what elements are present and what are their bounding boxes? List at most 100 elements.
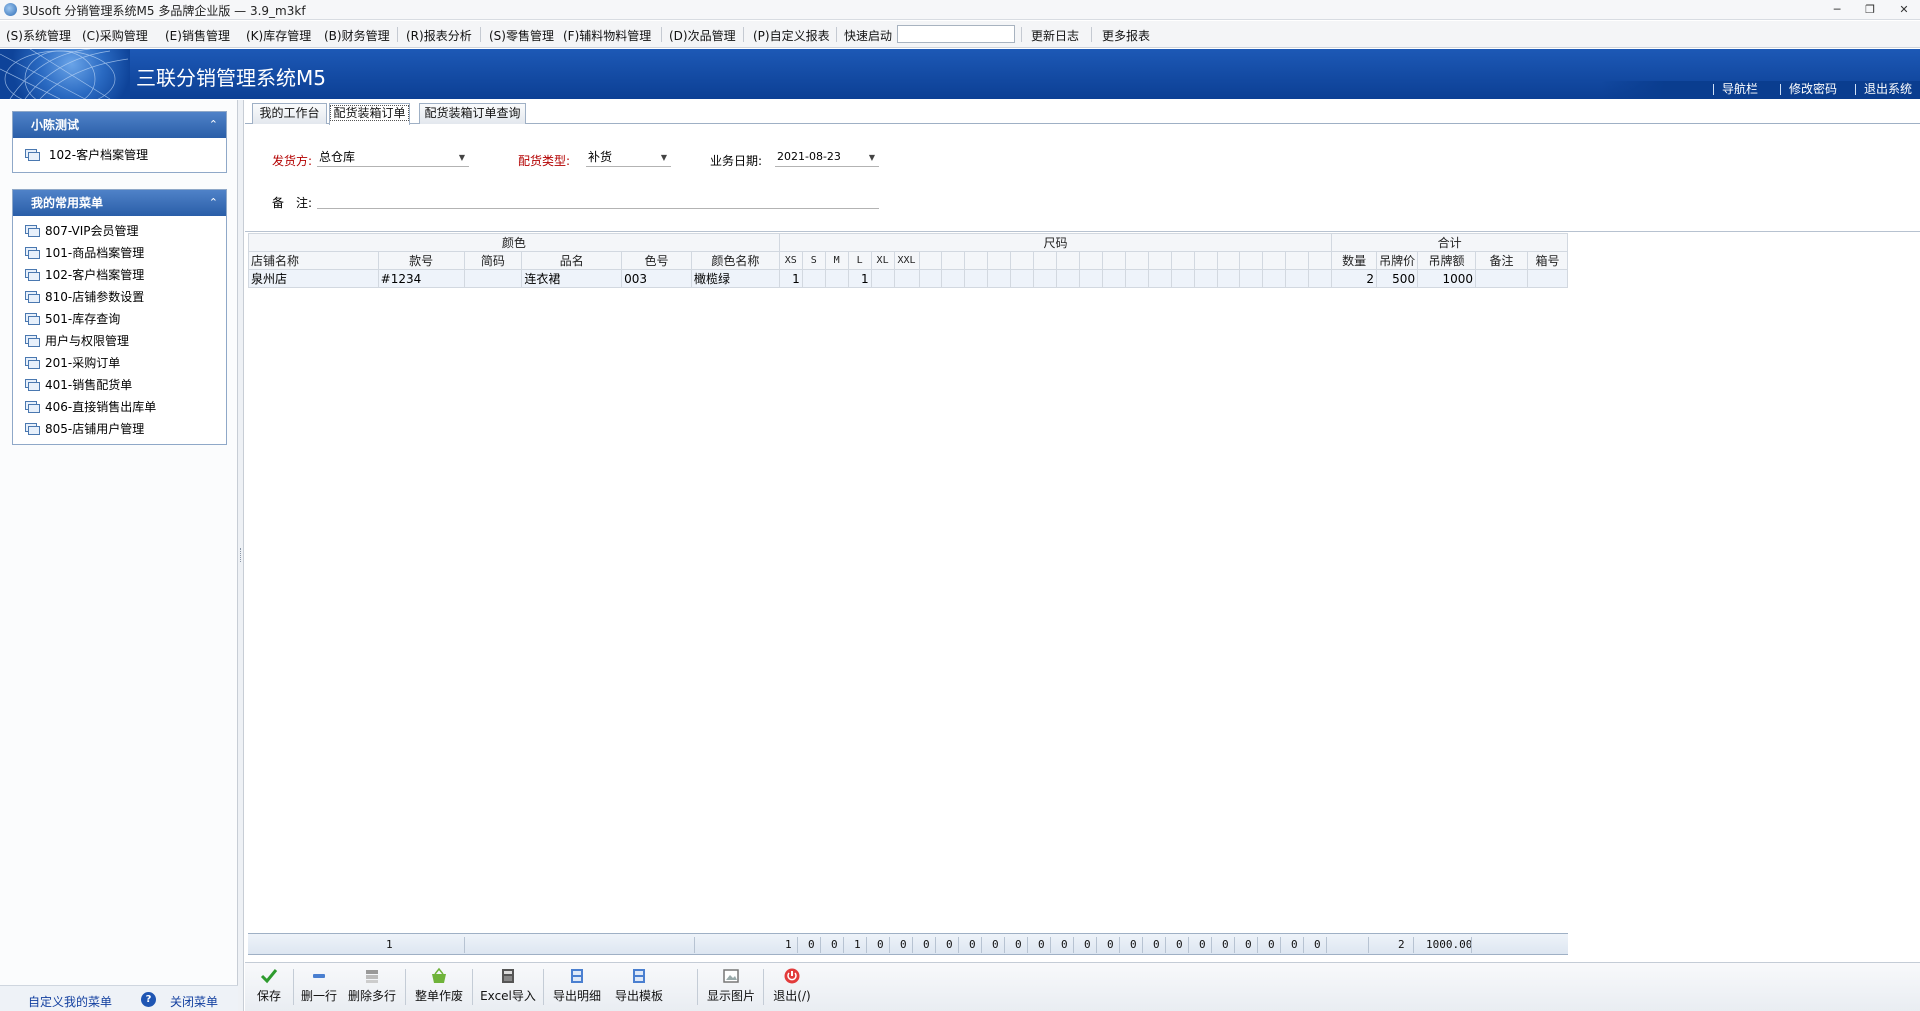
cell-size-empty[interactable] xyxy=(1033,269,1058,288)
cell-size-empty[interactable] xyxy=(1124,269,1149,288)
update-log-link[interactable]: 更新日志 xyxy=(1031,27,1079,44)
cell-size-empty[interactable] xyxy=(1262,269,1287,288)
cell-size-empty[interactable] xyxy=(1170,269,1195,288)
sidebar-item-customer-archive[interactable]: 102-客户档案管理 xyxy=(13,144,226,166)
chevron-down-icon[interactable]: ▼ xyxy=(455,150,469,165)
menu-purchase[interactable]: (C)采购管理 xyxy=(82,27,148,44)
logout-link[interactable]: 退出系统 xyxy=(1864,80,1912,97)
tab-workbench[interactable]: 我的工作台 xyxy=(252,103,327,124)
menu-finance[interactable]: (B)财务管理 xyxy=(324,27,390,44)
cell-size-l[interactable]: 1 xyxy=(847,269,872,288)
cell-store[interactable]: 泉州店 xyxy=(248,269,379,288)
delete-rows-button[interactable]: 删除多行 xyxy=(344,967,400,1007)
tab-packing-order[interactable]: 配货装箱订单 xyxy=(329,103,410,125)
cell-size-xs[interactable]: 1 xyxy=(778,269,803,288)
col-size-xxl[interactable]: XXL xyxy=(893,251,920,270)
menu-retail[interactable]: (S)零售管理 xyxy=(489,27,554,44)
restore-icon[interactable]: ❐ xyxy=(1859,2,1881,18)
sidebar-item-direct-sales-out[interactable]: 406-直接销售出库单 xyxy=(13,396,226,418)
help-icon[interactable]: ? xyxy=(141,992,156,1007)
col-tag-price[interactable]: 吊牌价 xyxy=(1376,251,1419,270)
cell-size-empty[interactable] xyxy=(941,269,966,288)
cell-size-s[interactable] xyxy=(801,269,826,288)
collapse-icon[interactable]: ⌃ xyxy=(209,190,218,216)
cell-size-empty[interactable] xyxy=(1216,269,1241,288)
col-size-xs[interactable]: XS xyxy=(778,251,803,270)
sidebar-item-product-archive[interactable]: 101-商品档案管理 xyxy=(13,242,226,264)
delete-row-button[interactable]: 删一行 xyxy=(298,967,340,1007)
cell-size-empty[interactable] xyxy=(918,269,943,288)
cell-size-empty[interactable] xyxy=(1101,269,1126,288)
excel-import-button[interactable]: Excel导入 xyxy=(478,967,538,1007)
cell-size-empty[interactable] xyxy=(1193,269,1218,288)
menu-system[interactable]: (S)系统管理 xyxy=(6,27,71,44)
remark-input[interactable] xyxy=(317,191,879,209)
sidebar-item-sales-allocation[interactable]: 401-销售配货单 xyxy=(13,374,226,396)
col-color-name[interactable]: 颜色名称 xyxy=(690,251,780,270)
minimize-icon[interactable]: ─ xyxy=(1826,2,1848,18)
col-qty[interactable]: 数量 xyxy=(1331,251,1378,270)
cell-box-no[interactable] xyxy=(1526,269,1569,288)
cell-short-code[interactable] xyxy=(463,269,523,288)
cell-style-no[interactable]: #1234 xyxy=(377,269,465,288)
exit-button[interactable]: 退出(/) xyxy=(769,967,815,1007)
menu-inventory[interactable]: (K)库存管理 xyxy=(246,27,311,44)
col-box-no[interactable]: 箱号 xyxy=(1526,251,1569,270)
void-order-button[interactable]: 整单作废 xyxy=(411,967,467,1007)
cell-color-code[interactable]: 003 xyxy=(621,269,692,288)
panel-test-header[interactable]: 小陈测试 ⌃ xyxy=(13,112,226,138)
sidebar-item-store-params[interactable]: 810-店铺参数设置 xyxy=(13,286,226,308)
more-reports-link[interactable]: 更多报表 xyxy=(1102,27,1150,44)
col-store[interactable]: 店铺名称 xyxy=(248,251,379,270)
col-remark[interactable]: 备注 xyxy=(1475,251,1528,270)
export-template-button[interactable]: 导出模板 xyxy=(611,967,667,1007)
col-size-xl[interactable]: XL xyxy=(870,251,895,270)
cell-size-empty[interactable] xyxy=(987,269,1012,288)
cell-size-empty[interactable] xyxy=(1010,269,1035,288)
show-picture-button[interactable]: 显示图片 xyxy=(703,967,759,1007)
sidebar-item-customer-archive[interactable]: 102-客户档案管理 xyxy=(13,264,226,286)
col-short-code[interactable]: 简码 xyxy=(463,251,523,270)
sidebar-item-stock-query[interactable]: 501-库存查询 xyxy=(13,308,226,330)
save-button[interactable]: 保存 xyxy=(251,967,287,1007)
cell-remark[interactable] xyxy=(1475,269,1528,288)
close-menu-link[interactable]: 关闭菜单 xyxy=(170,993,218,1010)
cell-size-empty[interactable] xyxy=(964,269,989,288)
menu-materials[interactable]: (F)辅料物料管理 xyxy=(563,27,651,44)
cell-qty[interactable]: 2 xyxy=(1331,269,1378,288)
cell-size-xl[interactable] xyxy=(870,269,895,288)
cell-size-empty[interactable] xyxy=(1147,269,1172,288)
chevron-down-icon[interactable]: ▼ xyxy=(657,150,671,165)
panel-favorites-header[interactable]: 我的常用菜单 ⌃ xyxy=(13,190,226,216)
sidebar-item-vip[interactable]: 807-VIP会员管理 xyxy=(13,220,226,242)
menu-sales[interactable]: (E)销售管理 xyxy=(165,27,230,44)
col-product-name[interactable]: 品名 xyxy=(521,251,623,270)
col-size-s[interactable]: S xyxy=(801,251,826,270)
tab-packing-order-query[interactable]: 配货装箱订单查询 xyxy=(419,103,526,124)
cell-size-m[interactable] xyxy=(824,269,849,288)
sidebar-splitter[interactable] xyxy=(238,100,244,1011)
cell-size-empty[interactable] xyxy=(1239,269,1264,288)
business-date-picker[interactable]: 2021-08-23 ▼ xyxy=(775,149,879,167)
allocation-type-select[interactable]: 补货 ▼ xyxy=(586,149,671,167)
sidebar-item-users-permissions[interactable]: 用户与权限管理 xyxy=(13,330,226,352)
nav-bar-link[interactable]: 导航栏 xyxy=(1722,80,1758,97)
cell-size-xxl[interactable] xyxy=(893,269,920,288)
sidebar-item-store-users[interactable]: 805-店铺用户管理 xyxy=(13,418,226,440)
col-tag-amount[interactable]: 吊牌额 xyxy=(1417,251,1476,270)
col-size-l[interactable]: L xyxy=(847,251,872,270)
export-detail-button[interactable]: 导出明细 xyxy=(549,967,605,1007)
close-icon[interactable]: ✕ xyxy=(1893,2,1915,18)
table-row[interactable]: 泉州店 #1234 连衣裙 003 橄榄绿 1 1 2 500 1000 xyxy=(248,269,1569,288)
cell-color-name[interactable]: 橄榄绿 xyxy=(690,269,780,288)
menu-custom-reports[interactable]: (P)自定义报表 xyxy=(753,27,830,44)
shipper-select[interactable]: 总仓库 ▼ xyxy=(317,149,469,167)
collapse-icon[interactable]: ⌃ xyxy=(209,112,218,138)
cell-product-name[interactable]: 连衣裙 xyxy=(521,269,623,288)
menu-reports[interactable]: (R)报表分析 xyxy=(406,27,472,44)
cell-size-empty[interactable] xyxy=(1308,269,1333,288)
quick-launch-input[interactable] xyxy=(897,25,1015,43)
col-color-code[interactable]: 色号 xyxy=(621,251,692,270)
sidebar-item-purchase-order[interactable]: 201-采购订单 xyxy=(13,352,226,374)
cell-tag-amount[interactable]: 1000 xyxy=(1417,269,1476,288)
